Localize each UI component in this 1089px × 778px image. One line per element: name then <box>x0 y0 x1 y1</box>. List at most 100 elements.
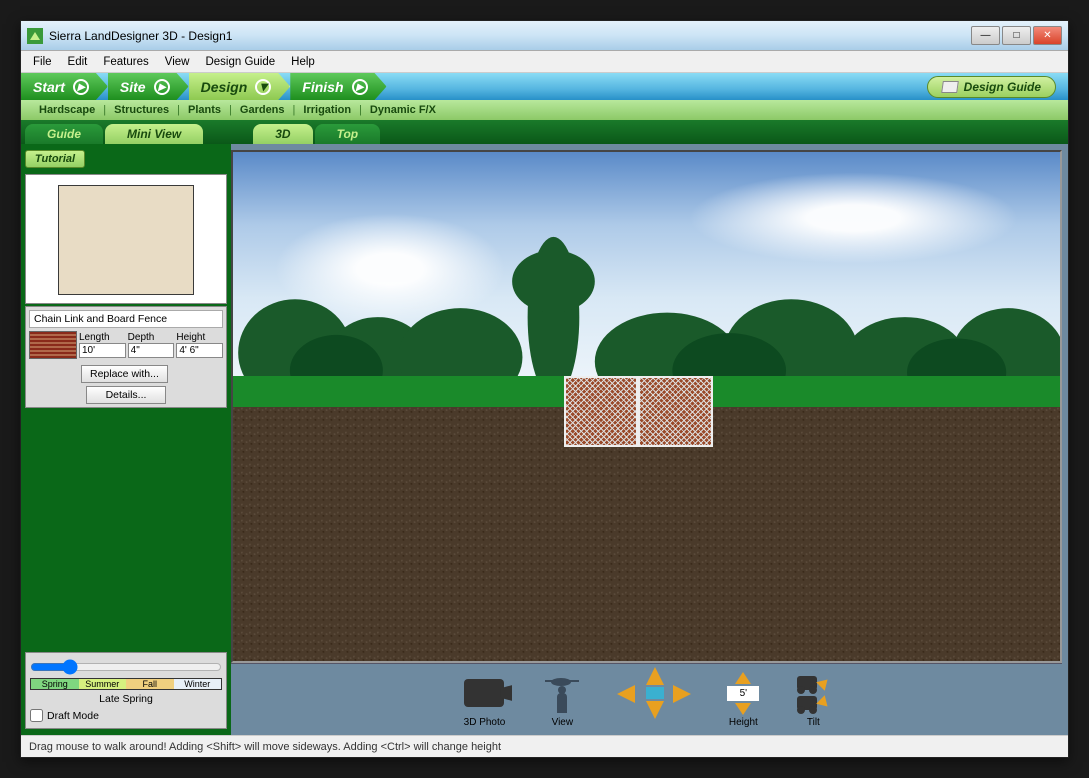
app-icon <box>27 28 43 44</box>
close-button[interactable]: ✕ <box>1033 26 1062 45</box>
application-window: Sierra LandDesigner 3D - Design1 — □ ✕ F… <box>20 20 1069 758</box>
season-summer: Summer <box>79 679 127 689</box>
tilt-up-button[interactable] <box>797 676 829 690</box>
play-icon: ▸ <box>73 79 89 95</box>
phase-label: Finish <box>302 79 343 95</box>
phase-tab-design[interactable]: Design ▾ <box>189 73 291 100</box>
height-input[interactable] <box>176 343 223 358</box>
arrow-left-icon[interactable] <box>617 685 635 703</box>
category-gardens[interactable]: Gardens <box>232 104 293 116</box>
window-title: Sierra LandDesigner 3D - Design1 <box>49 29 971 43</box>
height-label: Height <box>176 332 223 343</box>
main-area: Tutorial Chain Link and Board Fence Leng… <box>21 144 1068 735</box>
menu-view[interactable]: View <box>157 53 198 71</box>
minimize-button[interactable]: — <box>971 26 1000 45</box>
height-down-icon[interactable] <box>735 703 751 715</box>
right-tab-3d[interactable]: 3D <box>253 124 312 144</box>
menu-edit[interactable]: Edit <box>60 53 96 71</box>
phase-bar: Start ▸ Site ▸ Design ▾ Finish ▸ Design Guid… <box>21 73 1068 100</box>
navigation-toolbar: 3D Photo View <box>231 663 1062 735</box>
replace-with-button[interactable]: Replace with... <box>81 365 168 383</box>
tutorial-button[interactable]: Tutorial <box>25 150 85 168</box>
details-button[interactable]: Details... <box>86 386 166 404</box>
phase-label: Start <box>33 79 65 95</box>
status-text: Drag mouse to walk around! Adding <Shift… <box>29 741 501 753</box>
season-fall: Fall <box>126 679 174 689</box>
season-slider[interactable] <box>30 659 222 675</box>
category-dynamicfx[interactable]: Dynamic F/X <box>362 104 444 116</box>
miniview-canvas <box>30 179 222 299</box>
menu-help[interactable]: Help <box>283 53 323 71</box>
lot-outline <box>58 185 194 295</box>
sidebar: Tutorial Chain Link and Board Fence Leng… <box>21 144 231 735</box>
viewport-container: 3D Photo View <box>231 144 1068 735</box>
season-spring: Spring <box>31 679 79 689</box>
menubar: File Edit Features View Design Guide Hel… <box>21 51 1068 73</box>
tilt-down-button[interactable] <box>797 696 829 710</box>
camera-icon <box>464 679 504 707</box>
phase-tab-finish[interactable]: Finish ▸ <box>290 73 386 100</box>
fence-panel <box>638 376 712 447</box>
menu-design-guide[interactable]: Design Guide <box>197 53 283 71</box>
category-plants[interactable]: Plants <box>180 104 229 116</box>
camera-height-input[interactable] <box>727 686 759 701</box>
tilt-arrow-icon <box>817 695 833 711</box>
menu-file[interactable]: File <box>25 53 60 71</box>
design-guide-label: Design Guide <box>964 80 1041 94</box>
season-bar: Spring Summer Fall Winter <box>30 678 222 690</box>
design-guide-button[interactable]: Design Guide <box>927 76 1056 98</box>
person-icon <box>557 693 567 713</box>
tilt-label: Tilt <box>807 717 820 728</box>
window-controls: — □ ✕ <box>971 26 1062 45</box>
fence-object[interactable] <box>564 376 713 447</box>
depth-label: Depth <box>128 332 175 343</box>
category-structures[interactable]: Structures <box>106 104 177 116</box>
fence-panel <box>564 376 638 447</box>
current-season-label: Late Spring <box>30 693 222 705</box>
category-irrigation[interactable]: Irrigation <box>295 104 359 116</box>
draft-mode-checkbox[interactable] <box>30 709 43 722</box>
nav-center <box>646 687 664 699</box>
maximize-button[interactable]: □ <box>1002 26 1031 45</box>
binoculars-icon <box>797 696 817 710</box>
height-label: Height <box>729 717 758 728</box>
walk-navigator[interactable] <box>619 671 689 728</box>
phase-label: Design <box>201 79 248 95</box>
season-panel: Spring Summer Fall Winter Late Spring Dr… <box>25 652 227 729</box>
play-icon: ▸ <box>352 79 368 95</box>
length-label: Length <box>79 332 126 343</box>
depth-input[interactable] <box>128 343 175 358</box>
tilt-control: Tilt <box>797 671 829 728</box>
height-up-icon[interactable] <box>735 672 751 684</box>
statusbar: Drag mouse to walk around! Adding <Shift… <box>21 735 1068 757</box>
titlebar: Sierra LandDesigner 3D - Design1 — □ ✕ <box>21 21 1068 51</box>
miniview-panel[interactable] <box>25 174 227 304</box>
3d-photo-label: 3D Photo <box>464 717 506 728</box>
phase-label: Site <box>120 79 146 95</box>
phase-tab-start[interactable]: Start ▸ <box>21 73 108 100</box>
view-tabs-bar: Guide Mini View 3D Top <box>21 120 1068 144</box>
category-hardscape[interactable]: Hardscape <box>31 104 103 116</box>
arrow-right-icon[interactable] <box>673 685 691 703</box>
right-tab-top[interactable]: Top <box>315 124 381 144</box>
left-tab-guide[interactable]: Guide <box>25 124 103 144</box>
height-control: Height <box>727 671 759 728</box>
category-bar: Hardscape| Structures| Plants| Gardens| … <box>21 100 1068 120</box>
3d-photo-button[interactable]: 3D Photo <box>464 671 506 728</box>
dropdown-icon: ▾ <box>255 79 271 95</box>
arrow-down-icon[interactable] <box>646 701 664 719</box>
selected-object-name: Chain Link and Board Fence <box>29 310 223 328</box>
arrow-up-icon[interactable] <box>646 667 664 685</box>
season-winter: Winter <box>174 679 222 689</box>
menu-features[interactable]: Features <box>95 53 156 71</box>
tilt-arrow-icon <box>817 675 833 691</box>
view-mode-button[interactable]: View <box>543 671 581 728</box>
phase-tab-site[interactable]: Site ▸ <box>108 73 189 100</box>
binoculars-icon <box>797 676 817 690</box>
material-swatch[interactable] <box>29 331 77 359</box>
viewport-3d[interactable] <box>231 150 1062 663</box>
left-tab-miniview[interactable]: Mini View <box>105 124 203 144</box>
object-info-panel: Chain Link and Board Fence Length Depth <box>25 306 227 408</box>
play-icon: ▸ <box>154 79 170 95</box>
length-input[interactable] <box>79 343 126 358</box>
